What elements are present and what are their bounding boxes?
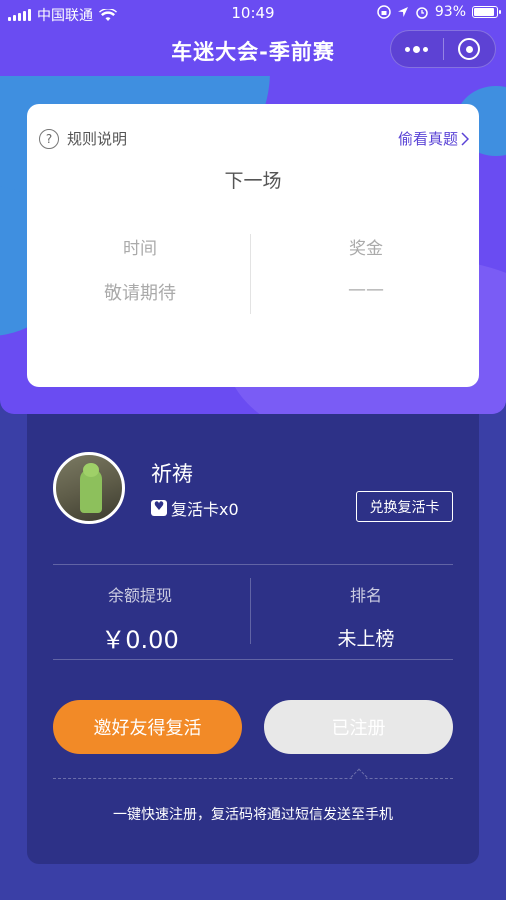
question-icon: ? [39,128,59,149]
redeem-revive-card-button[interactable]: 兑换复活卡 [356,491,453,522]
prize-column: 奖金 —— [253,234,479,300]
tooltip-notch [350,768,368,786]
peek-label: 偷看真题 [397,130,458,148]
revive-card-label: 复活卡x0 [171,500,239,519]
next-game-card: ? 规则说明 偷看真题 下一场 时间 敬请期待 奖金 —— [27,104,479,387]
registered-button[interactable]: 已注册 [264,700,453,754]
revive-card-count: 复活卡x0 [151,496,239,520]
user-panel: 祈祷 复活卡x0 兑换复活卡 余额提现 ￥0.00 排名 未上榜 邀好友得复活 … [27,414,479,864]
alarm-icon [416,7,428,19]
balance-value: ￥0.00 [101,626,179,654]
register-tip: 一键快速注册，复活码将通过短信发送至手机 [113,807,393,823]
user-name: 祈祷 [151,462,193,486]
prize-label: 奖金 [349,239,383,259]
prize-value: —— [348,279,384,300]
dashed-divider [53,778,453,779]
next-game-title: 下一场 [224,170,282,192]
divider [250,578,251,644]
peek-questions-link[interactable]: 偷看真题 [398,128,469,149]
divider [250,234,251,314]
balance-label: 余额提现 [107,586,172,605]
more-icon[interactable] [391,31,443,67]
chevron-right-icon [461,131,469,146]
close-circle-icon[interactable] [443,31,495,67]
battery-icon [472,6,501,18]
location-icon [397,7,408,17]
divider [53,564,453,565]
balance-withdraw[interactable]: 余额提现 ￥0.00 [27,582,253,655]
time-column: 时间 敬请期待 [27,234,253,305]
rank-value: 未上榜 [337,628,395,650]
lock-rotation-icon [377,5,391,19]
rules-label: 规则说明 [67,130,128,148]
rules-link[interactable]: ? 规则说明 [39,128,127,149]
status-right: 93% [377,4,501,20]
time-label: 时间 [123,239,157,259]
rank-label: 排名 [349,586,382,605]
mini-program-capsule [390,30,496,68]
avatar[interactable] [53,452,125,524]
heart-icon [151,499,167,516]
time-value: 敬请期待 [104,283,176,304]
status-bar: 中国联通 10:49 93% [0,0,506,26]
nav-bar: 车迷大会-季前赛 [0,26,506,76]
divider [53,659,453,660]
ranking[interactable]: 排名 未上榜 [253,582,479,651]
battery-percent: 93% [434,4,466,20]
invite-friends-button[interactable]: 邀好友得复活 [53,700,242,754]
